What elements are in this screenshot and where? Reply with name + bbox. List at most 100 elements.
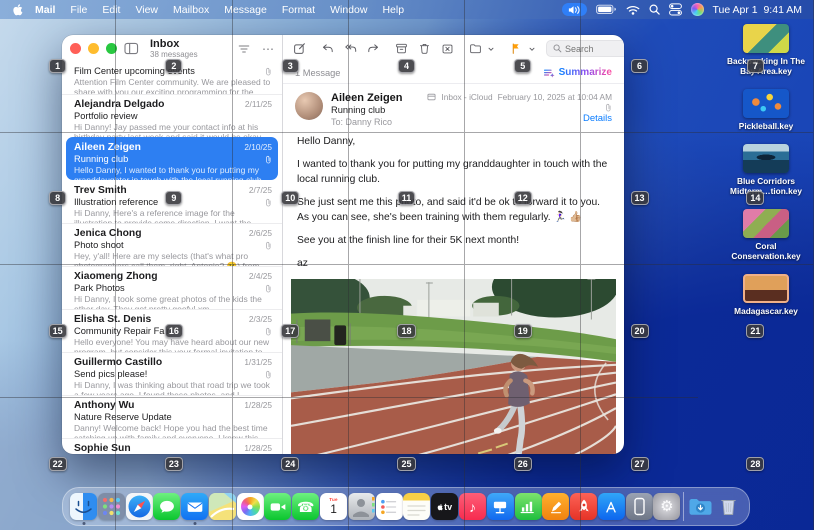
spotlight-icon[interactable] (649, 4, 660, 15)
dock-trash[interactable] (715, 493, 742, 520)
body-paragraph: Hello Danny, (297, 135, 610, 150)
dock-appletv[interactable]: tv (431, 493, 458, 520)
message-list-item[interactable]: Anthony Wu 1/28/25 Nature Reserve Update… (62, 395, 282, 438)
desktop-file-icon[interactable]: Madagascar.key (722, 274, 810, 317)
trash-icon[interactable] (418, 42, 431, 55)
summarize-button[interactable]: Summarize (543, 67, 612, 79)
menu-item[interactable]: Mailbox (173, 4, 209, 16)
desktop-file-icon[interactable]: Pickleball.key (722, 89, 810, 132)
forward-icon[interactable] (367, 42, 380, 55)
search-field[interactable] (546, 40, 624, 57)
body-paragraph: See you at the finish line for their 5K … (297, 234, 610, 249)
dock-music[interactable]: ♪ (459, 493, 486, 520)
desktop-file-icon[interactable]: Blue Corridors Midterm…tion.key (722, 144, 810, 197)
dock: ☎ Tue1 tv ♪ ⚙ (62, 487, 750, 526)
dock-keynote[interactable] (487, 493, 514, 520)
menu-item[interactable]: Message (224, 4, 267, 16)
voice-control-indicator[interactable] (562, 3, 587, 16)
menu-item[interactable]: Window (330, 4, 367, 16)
dock-calendar[interactable]: Tue1 (320, 493, 347, 520)
message-list-item[interactable]: Sophie Sun 1/28/25 The best vacation (62, 438, 282, 454)
dock-reminders[interactable] (376, 493, 403, 520)
dock-finder[interactable] (70, 493, 97, 520)
message-list-item[interactable]: Aileen Zeigen 2/10/25 Running club Hello… (66, 137, 278, 180)
message-sender: Aileen Zeigen (74, 142, 141, 154)
body-paragraph: I wanted to thank you for putting my gra… (297, 158, 610, 188)
dock-photos[interactable] (237, 493, 264, 520)
message-subject: Community Repair Fair! (74, 326, 172, 337)
flag-chevron-icon[interactable] (528, 45, 536, 53)
flag-icon[interactable] (510, 42, 523, 55)
message-date: 1/28/25 (244, 399, 272, 411)
dock-messages[interactable] (153, 493, 180, 520)
dock-contacts[interactable] (348, 493, 375, 520)
menu-bar-menus: Mail File Edit View Mailbox Message Format Wind… (35, 4, 404, 16)
more-actions-icon[interactable]: ⋯ (262, 43, 274, 55)
dock-pages[interactable] (542, 493, 569, 520)
message-list-item[interactable]: Trev Smith 2/7/25 Illustration reference… (62, 180, 282, 223)
search-input[interactable] (565, 44, 624, 54)
menu-item[interactable]: Mail (35, 4, 55, 16)
message-sender: Trev Smith (74, 185, 127, 197)
dock-maps[interactable] (209, 493, 236, 520)
siri-icon[interactable] (691, 3, 704, 16)
menu-item[interactable]: Help (382, 4, 404, 16)
keynote-file-thumbnail (743, 24, 789, 53)
message-list-item[interactable]: Xiaomeng Zhong 2/4/25 Park Photos Hi Dan… (62, 266, 282, 309)
filter-icon[interactable] (237, 43, 251, 55)
attachment-photo[interactable] (291, 279, 616, 454)
dock-rocket-app[interactable] (570, 493, 597, 520)
control-center-icon[interactable] (669, 3, 682, 16)
details-link[interactable]: Details (583, 113, 612, 124)
message-list-item[interactable]: Alejandra Delgado 2/11/25 Portfolio revi… (62, 94, 282, 137)
message-subject: Film Center upcoming events (74, 66, 195, 77)
keynote-file-thumbnail (743, 144, 789, 173)
message-list-item[interactable]: Film Center upcoming events Attention Fi… (62, 63, 282, 94)
menu-item[interactable]: File (70, 4, 87, 16)
compose-icon[interactable] (293, 42, 306, 55)
sidebar-toggle-icon[interactable] (124, 42, 139, 55)
dock-mail[interactable] (181, 493, 208, 520)
dock-phone[interactable]: ☎ (292, 493, 319, 520)
keynote-file-thumbnail (743, 89, 789, 118)
battery-icon[interactable] (596, 4, 617, 15)
message-preview: Hey, y'all! Here are my selects (that's … (74, 251, 272, 266)
dock-launchpad[interactable] (98, 493, 125, 520)
message-subject: Portfolio review (74, 111, 138, 122)
speaker-icon (567, 5, 582, 15)
dock-downloads[interactable] (687, 493, 714, 520)
zoom-button[interactable] (106, 43, 117, 54)
message-date: 1/31/25 (244, 356, 272, 368)
menu-item[interactable]: View (135, 4, 158, 16)
junk-icon[interactable] (441, 42, 454, 55)
message-list-item[interactable]: Guillermo Castillo 1/31/25 Send pics ple… (62, 352, 282, 395)
menu-bar: Mail File Edit View Mailbox Message Format Wind… (0, 0, 814, 19)
menu-item[interactable]: Format (282, 4, 315, 16)
minimize-button[interactable] (88, 43, 99, 54)
dock-iphone-mirroring[interactable] (626, 493, 653, 520)
desktop-file-icon[interactable]: Coral Conservation.key (722, 209, 810, 262)
dock-appstore[interactable] (598, 493, 625, 520)
sender-avatar[interactable] (295, 92, 323, 120)
apple-menu-icon[interactable] (12, 3, 23, 16)
desktop-file-icon[interactable]: Backpacking In The Bay Area.key (722, 24, 810, 77)
close-button[interactable] (70, 43, 81, 54)
message-subject: Park Photos (74, 283, 125, 294)
keynote-file-thumbnail (743, 274, 789, 303)
dock-system-settings[interactable]: ⚙ (653, 493, 680, 520)
move-to-folder-icon[interactable] (469, 42, 482, 55)
reply-all-icon[interactable] (344, 42, 357, 55)
wifi-icon[interactable] (626, 5, 640, 15)
dock-numbers[interactable] (515, 493, 542, 520)
folder-chevron-icon[interactable] (487, 45, 495, 53)
dock-notes[interactable] (403, 493, 430, 520)
dock-facetime[interactable] (264, 493, 291, 520)
menu-item[interactable]: Edit (102, 4, 120, 16)
menu-bar-clock[interactable]: Tue Apr 1 9:41 AM (713, 4, 803, 16)
archive-icon[interactable] (395, 42, 408, 55)
reply-icon[interactable] (321, 42, 334, 55)
dock-safari[interactable] (126, 493, 153, 520)
message-list-item[interactable]: Jenica Chong 2/6/25 Photo shoot Hey, y'a… (62, 223, 282, 266)
message-sender: Anthony Wu (74, 400, 134, 412)
message-list-item[interactable]: Elisha St. Denis 2/3/25 Community Repair… (62, 309, 282, 352)
